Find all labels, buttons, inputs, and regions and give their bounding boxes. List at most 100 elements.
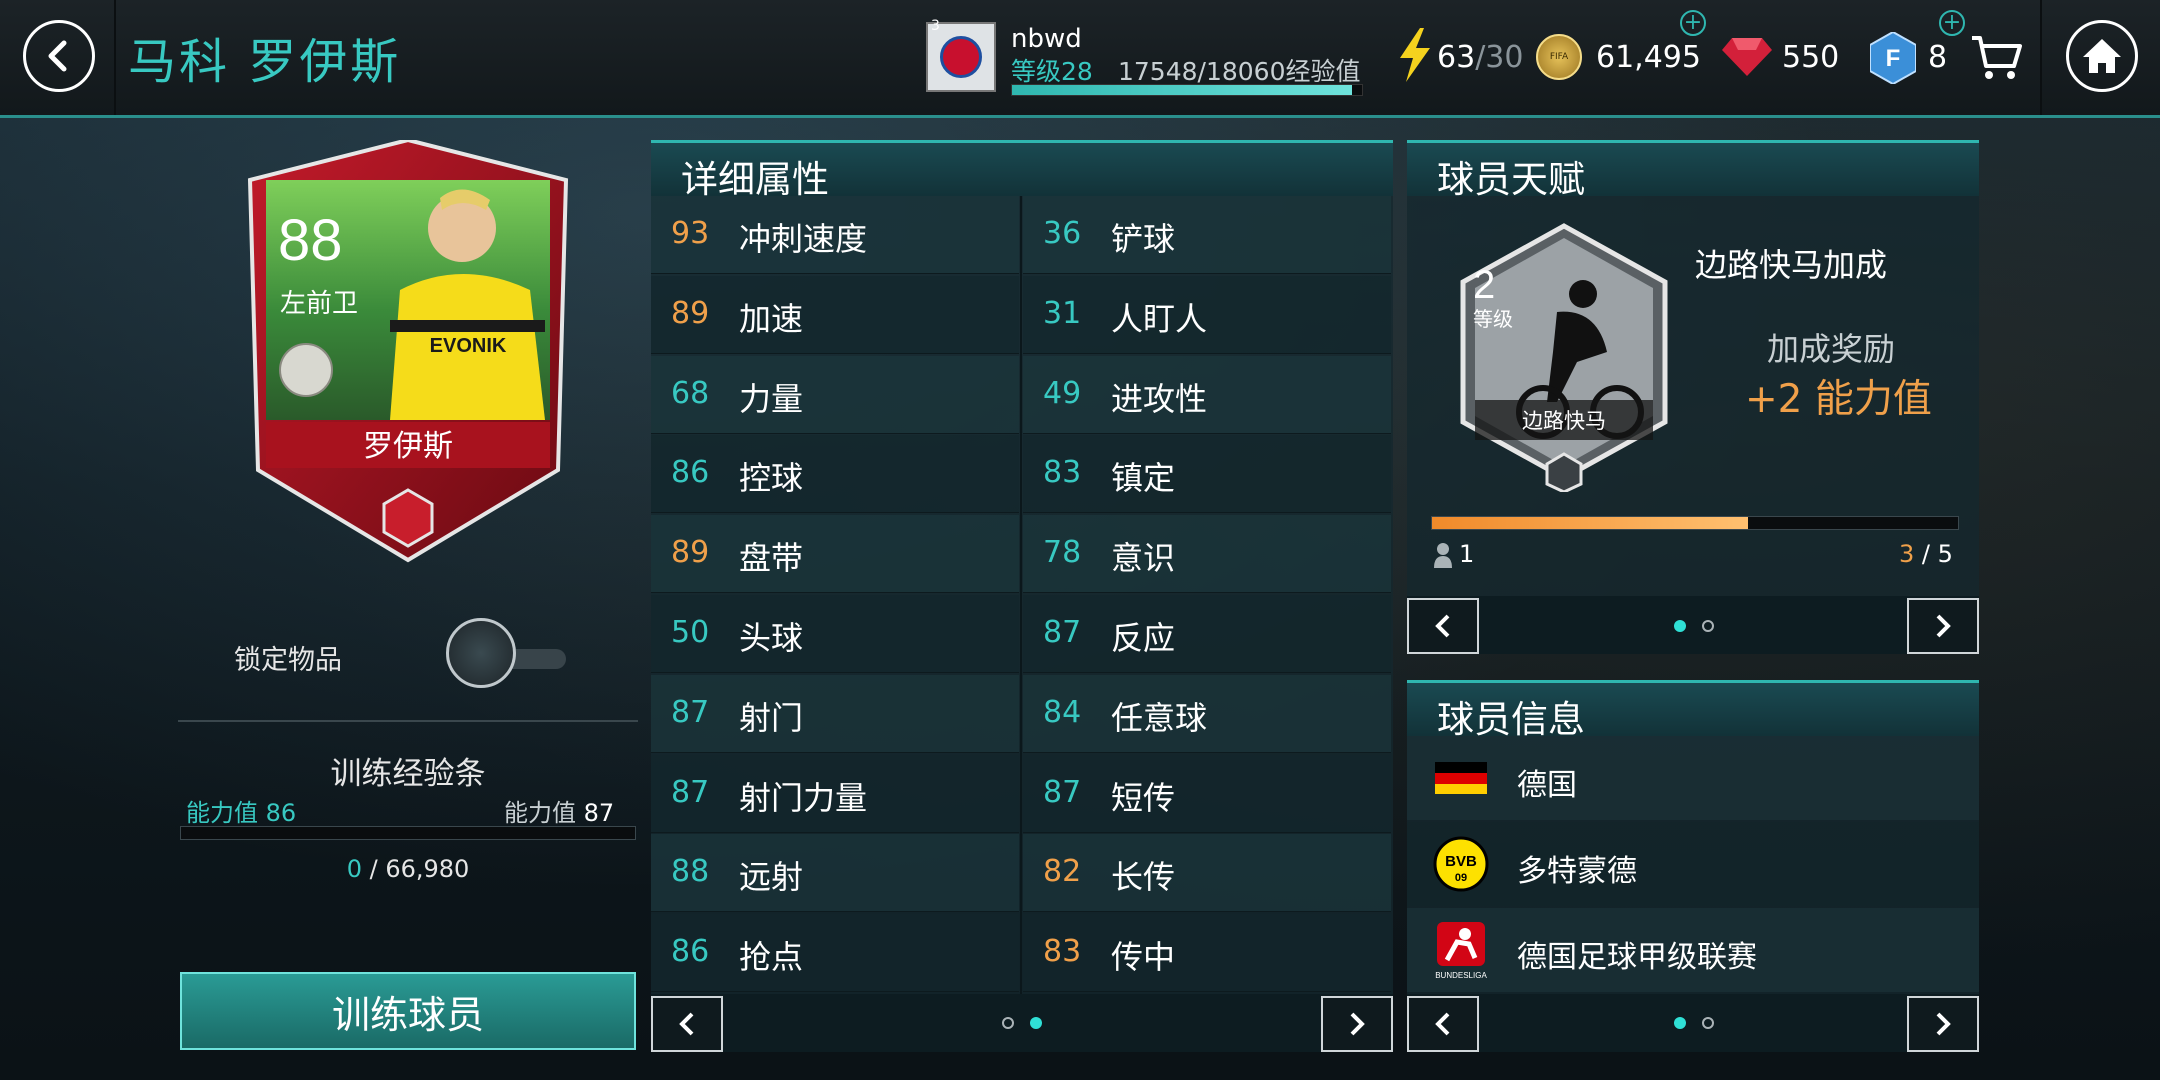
attribute-name: 头球	[739, 619, 804, 657]
attribute-value: 36	[1043, 216, 1082, 251]
cart-icon[interactable]	[1970, 32, 2022, 82]
attribute-name: 任意球	[1111, 698, 1208, 737]
svg-text:BVB: BVB	[1445, 853, 1477, 870]
coin-count: 61,495	[1596, 40, 1701, 75]
card-name: 罗伊斯	[363, 429, 453, 464]
rank-gem-icon	[382, 488, 434, 548]
attribute-name: 力量	[739, 379, 804, 418]
attribute-value: 87	[1043, 774, 1082, 810]
chevron-right-icon	[1936, 1012, 1951, 1036]
info-row-club: BVB 09 多特蒙德	[1407, 822, 1979, 906]
player-info-header: 球员信息	[1407, 680, 1979, 741]
nation-text: 德国	[1517, 768, 1577, 803]
attribute-row: 93 冲刺速度	[651, 196, 1019, 274]
energy-count: 63/30	[1437, 40, 1524, 75]
gem-count: 550	[1782, 40, 1840, 75]
attribute-row: 87 射门力量	[651, 754, 1019, 833]
attribute-row: 87 射门	[651, 674, 1019, 753]
attributes-panel: 93 冲刺速度 89 加速 68 力量 86 控球 89 盘带 50 头球 87 射门 87 射门力量 88 远射…	[651, 196, 1393, 994]
attribute-name: 意识	[1111, 539, 1176, 578]
talent-prev-button[interactable]	[1407, 598, 1479, 654]
attribute-value: 83	[1043, 934, 1082, 970]
attribute-row: 87 短传	[1023, 754, 1391, 833]
card-position: 左前卫	[280, 289, 358, 319]
attribute-row: 68 力量	[651, 355, 1019, 434]
talent-progress-text: 3 / 5	[1899, 540, 1953, 568]
attribute-row: 89 盘带	[651, 515, 1019, 594]
player-info-panel: 德国 BVB 09 多特蒙德 BUNDESLIGA 德国足球甲级联赛	[1407, 736, 1979, 994]
attribute-value: 89	[671, 535, 710, 571]
add-coins-button[interactable]: +	[1680, 10, 1706, 36]
lightning-icon	[1400, 28, 1430, 82]
home-button[interactable]	[2066, 20, 2138, 92]
talent-pager	[1407, 596, 1979, 654]
bonus-label: 加成奖励	[1767, 330, 1896, 368]
attribute-value: 68	[671, 375, 710, 411]
coin-icon: FIFA	[1536, 34, 1582, 80]
talent-panel: 边路快马 2 等级 边路快马加成 加成奖励 +2 能力值 1 3 / 5	[1407, 196, 1979, 596]
attribute-row: 86 抢点	[651, 914, 1019, 993]
attribute-name: 进攻性	[1111, 379, 1208, 418]
bundesliga-logo-icon: BUNDESLIGA	[1435, 922, 1487, 980]
player-level: 等级28	[1011, 57, 1093, 86]
talent-title: 球员天赋	[1437, 158, 1585, 201]
page-dot-active	[1030, 1017, 1042, 1029]
back-button[interactable]	[23, 20, 95, 92]
attribute-row: 83 镇定	[1023, 435, 1391, 514]
training-title: 训练经验条	[330, 756, 486, 792]
attribute-value: 50	[671, 615, 710, 650]
talent-skill-name: 边路快马加成	[1695, 246, 1888, 284]
info-next-button[interactable]	[1907, 996, 1979, 1052]
attribute-name: 射门	[739, 698, 804, 737]
lock-toggle[interactable]	[446, 618, 516, 688]
talent-progress-fill	[1432, 517, 1748, 529]
page-title: 马科 罗伊斯	[128, 34, 402, 90]
home-icon	[2083, 39, 2121, 73]
player-card[interactable]: EVONIK 88 左前卫 罗伊斯	[240, 140, 576, 570]
ability-to: 能力值 87	[504, 799, 615, 827]
attribute-row: 88 远射	[651, 834, 1019, 913]
attribute-row: 78 意识	[1023, 515, 1391, 594]
back-arrow-icon	[48, 40, 67, 72]
talent-progress-bar	[1431, 516, 1959, 530]
attribute-name: 射门力量	[739, 778, 868, 817]
badge-number: 3	[931, 18, 940, 34]
attribute-value: 88	[671, 854, 710, 890]
svg-text:09: 09	[1455, 872, 1467, 884]
attribute-value: 93	[671, 216, 710, 251]
attribute-name: 反应	[1111, 619, 1176, 657]
club-badge: 3	[926, 18, 996, 92]
attributes-header: 详细属性	[651, 140, 1393, 201]
player-info-title: 球员信息	[1437, 698, 1585, 741]
train-player-button[interactable]: 训练球员	[180, 972, 636, 1050]
attribute-name: 控球	[739, 459, 804, 498]
player-info-pager	[1407, 994, 1979, 1052]
attribute-value: 84	[1043, 694, 1082, 730]
attribute-value: 87	[671, 774, 710, 810]
attributes-prev-button[interactable]	[651, 996, 723, 1052]
page-dot	[1002, 1017, 1014, 1029]
talent-badge-caption: 边路快马	[1522, 409, 1606, 433]
attributes-next-button[interactable]	[1321, 996, 1393, 1052]
talent-next-button[interactable]	[1907, 598, 1979, 654]
attribute-value: 86	[671, 934, 710, 970]
attribute-name: 远射	[739, 858, 804, 897]
divider	[178, 720, 638, 722]
attribute-name: 长传	[1111, 858, 1176, 897]
attribute-value: 87	[671, 694, 710, 730]
page-dot	[1702, 620, 1714, 632]
attribute-row: 31 人盯人	[1023, 275, 1391, 354]
chevron-left-icon	[1435, 1012, 1450, 1036]
add-points-button[interactable]: +	[1939, 10, 1965, 36]
info-prev-button[interactable]	[1407, 996, 1479, 1052]
attribute-name: 人盯人	[1111, 299, 1208, 338]
talent-level-number: 2	[1473, 263, 1495, 307]
ability-from: 能力值 86	[186, 799, 297, 827]
bayern-logo-icon	[940, 36, 982, 78]
attribute-value: 89	[671, 295, 710, 331]
card-rating: 88	[278, 208, 343, 273]
attribute-value: 86	[671, 455, 710, 491]
sponsor-text: EVONIK	[430, 335, 507, 357]
xp-bar	[1011, 84, 1363, 96]
svg-text:BUNDESLIGA: BUNDESLIGA	[1435, 971, 1487, 980]
